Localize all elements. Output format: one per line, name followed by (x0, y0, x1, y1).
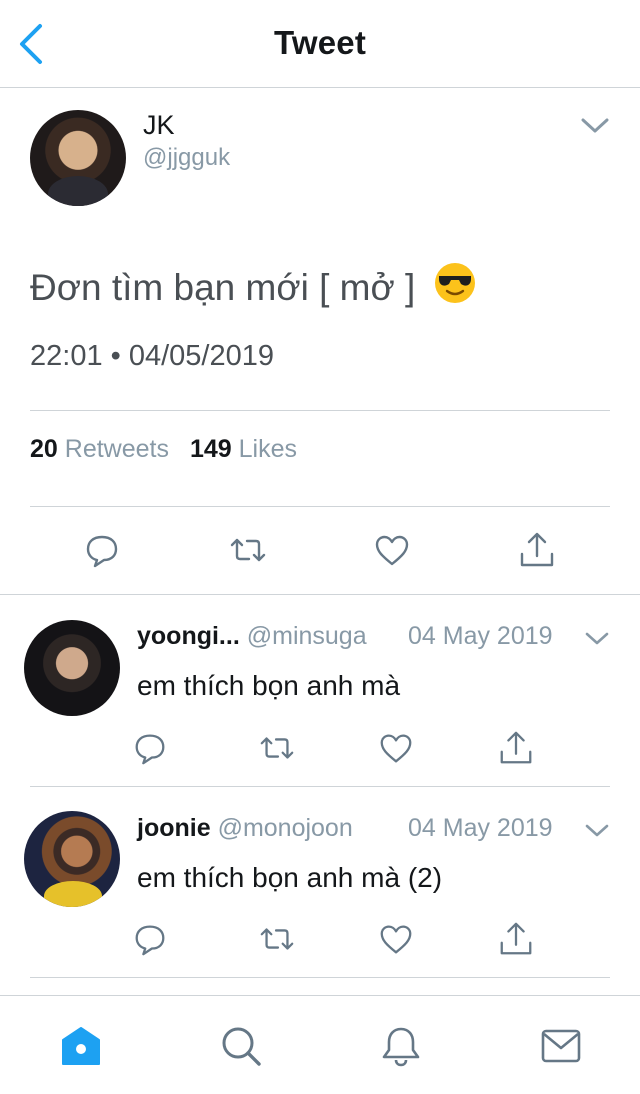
retweet-icon (260, 928, 294, 950)
tab-messages[interactable] (539, 1024, 583, 1068)
bottom-tab-bar (0, 995, 640, 1094)
share-button[interactable] (497, 920, 535, 958)
retweet-icon (230, 538, 266, 562)
avatar[interactable] (30, 110, 126, 206)
reply-author-name[interactable]: joonie (137, 814, 211, 842)
reply-actions (0, 729, 640, 779)
likes-label[interactable]: Likes (239, 435, 297, 463)
reply-date: 04 May 2019 (408, 814, 553, 842)
tab-search[interactable] (219, 1024, 263, 1068)
avatar[interactable] (24, 811, 120, 907)
like-button[interactable] (377, 729, 415, 767)
share-button[interactable] (497, 729, 535, 767)
reply-icon (135, 734, 165, 765)
like-button[interactable] (372, 530, 412, 570)
reply-author-handle[interactable]: @minsuga (247, 622, 367, 650)
share-icon (500, 922, 532, 955)
tab-home[interactable] (59, 1024, 103, 1068)
tweet-text: Đơn tìm bạn mới [ mở ] (30, 267, 416, 308)
reply-actions (0, 920, 640, 970)
heart-icon (380, 734, 412, 763)
reply-author-handle[interactable]: @monojoon (218, 814, 353, 842)
like-button[interactable] (377, 920, 415, 958)
retweet-icon (260, 737, 294, 759)
retweet-button[interactable] (258, 920, 296, 958)
top-nav-bar: Tweet (0, 0, 640, 88)
reply-menu-button[interactable] (584, 822, 610, 840)
reply-date: 04 May 2019 (408, 622, 553, 650)
divider (30, 410, 610, 411)
heart-icon (380, 925, 412, 954)
reply-button[interactable] (131, 920, 169, 958)
divider (30, 506, 610, 507)
messages-icon (541, 1029, 581, 1063)
retweets-label[interactable]: Retweets (65, 435, 169, 463)
share-button[interactable] (517, 530, 557, 570)
sunglasses-emoji-icon (434, 262, 476, 304)
reply-header: yoongi... @minsuga (137, 622, 367, 651)
tweet-stats: 20 Retweets 149 Likes (30, 435, 297, 464)
retweet-button[interactable] (258, 729, 296, 767)
search-icon (222, 1027, 261, 1066)
chevron-down-icon (585, 824, 609, 837)
chevron-down-icon (585, 632, 609, 645)
notifications-icon (382, 1027, 420, 1067)
divider (30, 977, 610, 978)
tweet-menu-button[interactable] (580, 116, 610, 136)
retweet-button[interactable] (228, 530, 268, 570)
reply-button[interactable] (82, 530, 122, 570)
reply-icon (86, 535, 118, 568)
reply-header: joonie @monojoon (137, 814, 353, 843)
tweet-actions (0, 530, 640, 580)
author-name[interactable]: JK (143, 110, 175, 141)
heart-icon (375, 535, 409, 566)
avatar[interactable] (24, 620, 120, 716)
reply-text: em thích bọn anh mà (137, 670, 401, 701)
author-handle[interactable]: @jjgguk (143, 144, 230, 172)
tweet-timestamp: 22:01 • 04/05/2019 (30, 340, 274, 372)
share-icon (500, 731, 532, 764)
reply-button[interactable] (131, 729, 169, 767)
reply-text: em thích bọn anh mà (2) (137, 862, 443, 893)
page-title: Tweet (273, 24, 367, 61)
reply-author-name[interactable]: yoongi... (137, 622, 240, 650)
reply-menu-button[interactable] (584, 630, 610, 648)
likes-count[interactable]: 149 (190, 435, 232, 463)
chevron-down-icon (581, 118, 609, 133)
reply-tweet[interactable]: yoongi... @minsuga 04 May 2019 em thích … (0, 595, 640, 785)
reply-tweet[interactable]: joonie @monojoon 04 May 2019 em thích bọ… (0, 786, 640, 976)
tab-notifications[interactable] (379, 1024, 423, 1068)
home-icon (62, 1027, 100, 1065)
share-icon (520, 532, 554, 567)
reply-icon (135, 925, 165, 956)
tweet-text-line: Đơn tìm bạn mới [ mở ] (30, 262, 476, 309)
retweets-count[interactable]: 20 (30, 435, 58, 463)
